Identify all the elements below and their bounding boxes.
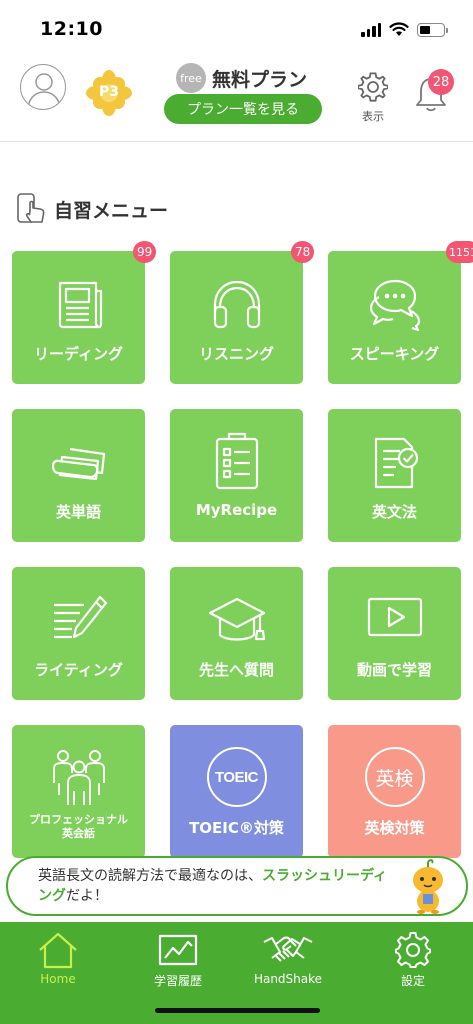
menu-tile-eiken[interactable]: 英検 英検対策 (328, 725, 461, 858)
avatar[interactable] (20, 64, 66, 110)
menu-tile-myrecipe[interactable]: MyRecipe (170, 409, 303, 542)
signal-icon (361, 22, 381, 37)
speaking-count-badge: 1151 (446, 241, 473, 263)
status-icons (361, 22, 448, 37)
toeic-logo-icon: TOEIC (206, 747, 267, 807)
app-header: P3 free 無料プラン プラン一覧を見る 表示 28 (0, 58, 473, 142)
menu-tile-label: ライティング (34, 661, 123, 679)
speech-bubbles-icon (369, 279, 420, 331)
tip-banner[interactable]: 英語長文の読解方法で最適なのは、スラッシュリーディングだよ！ (6, 856, 468, 916)
menu-tile-label: TOEIC®対策 (189, 819, 284, 837)
home-indicator (155, 1008, 320, 1013)
status-bar: 12:10 (0, 0, 473, 58)
user-avatar-icon (27, 73, 61, 108)
eiken-logo-icon: 英検 (364, 747, 425, 807)
handshake-icon (263, 936, 313, 962)
status-time: 12:10 (40, 18, 103, 40)
tip-text-after: だよ！ (66, 888, 108, 904)
menu-tile-speaking[interactable]: スピーキング (328, 251, 461, 384)
menu-tile-listening[interactable]: リスニング (170, 251, 303, 384)
document-check-icon (374, 437, 418, 489)
tip-text: 英語長文の読解方法で最適なのは、スラッシュリーディングだよ！ (38, 866, 398, 906)
display-settings-button[interactable]: 表示 (355, 72, 391, 124)
menu-tile-reading[interactable]: リーディング (12, 251, 145, 384)
notification-count-badge: 28 (428, 69, 454, 95)
nav-settings-label: 設定 (400, 974, 425, 988)
menu-tile-professional-conversation[interactable]: プロフェッショナル 英会話 (12, 725, 145, 858)
nav-handshake-label: HandShake (253, 972, 323, 986)
menu-tile-toeic[interactable]: TOEIC TOEIC®対策 (170, 725, 303, 858)
group-people-icon (52, 750, 105, 805)
menu-tile-vocabulary[interactable]: 英単語 (12, 409, 145, 542)
listening-count-badge: 78 (291, 241, 315, 263)
menu-tile-label: 英単語 (55, 503, 101, 521)
eiken-logo-text: 英検 (375, 767, 414, 790)
menu-tile-label: リスニング (198, 345, 274, 363)
video-play-icon (367, 597, 422, 637)
level-label: P3 (98, 84, 119, 100)
self-study-section-title: 自習メニュー (16, 192, 168, 226)
nav-handshake[interactable]: HandShake (238, 930, 338, 986)
plan-list-button[interactable]: プラン一覧を見る (164, 94, 322, 124)
menu-tile-grammar[interactable]: 英文法 (328, 409, 461, 542)
menu-tile-label-line2: 英会話 (62, 827, 95, 840)
menu-tile-label: リーディング (34, 345, 123, 363)
chart-icon (158, 934, 198, 966)
toeic-logo-text: TOEIC (214, 768, 259, 786)
tip-text-before: 英語長文の読解方法で最適なのは、 (38, 868, 262, 884)
pencil-lines-icon (53, 595, 107, 639)
menu-tile-label: 英検対策 (364, 819, 425, 837)
checklist-icon (215, 432, 258, 490)
nav-history[interactable]: 学習履歴 (128, 930, 228, 989)
display-settings-label: 表示 (362, 110, 384, 123)
menu-tile-video-learning[interactable]: 動画で学習 (328, 567, 461, 700)
free-badge: free (176, 63, 206, 93)
menu-tile-label: スピーキング (349, 345, 440, 363)
home-icon (39, 932, 77, 969)
gear-icon (395, 932, 431, 968)
menu-tile-label: 英文法 (371, 503, 417, 521)
gear-icon (357, 72, 389, 102)
graduation-cap-icon (208, 597, 265, 641)
flashcards-icon (51, 447, 105, 481)
menu-tile-writing[interactable]: ライティング (12, 567, 145, 700)
menu-tile-label: MyRecipe (195, 501, 278, 519)
menu-tile-label: 動画で学習 (356, 661, 432, 679)
wifi-icon (389, 22, 409, 36)
menu-tile-label: プロフェッショナル 英会話 (12, 813, 145, 841)
nav-home[interactable]: Home (8, 930, 108, 986)
battery-icon (417, 22, 448, 37)
nav-home-label: Home (40, 972, 76, 986)
nav-history-label: 学習履歴 (153, 974, 202, 988)
reading-count-badge: 99 (133, 241, 157, 263)
level-badge[interactable]: P3 (86, 70, 132, 116)
phone-touch-icon (17, 193, 45, 223)
mascot-icon (413, 859, 443, 914)
nav-settings[interactable]: 設定 (363, 930, 463, 989)
section-title-text: 自習メニュー (54, 199, 169, 222)
menu-tile-label-line1: プロフェッショナル (29, 813, 128, 826)
plan-name: 無料プラン (212, 68, 308, 91)
menu-tile-label: 先生へ質問 (198, 661, 274, 679)
plan-row: free 無料プラン (176, 63, 307, 93)
newspaper-icon (58, 281, 102, 329)
headphones-icon (213, 280, 260, 329)
menu-tile-ask-teacher[interactable]: 先生へ質問 (170, 567, 303, 700)
